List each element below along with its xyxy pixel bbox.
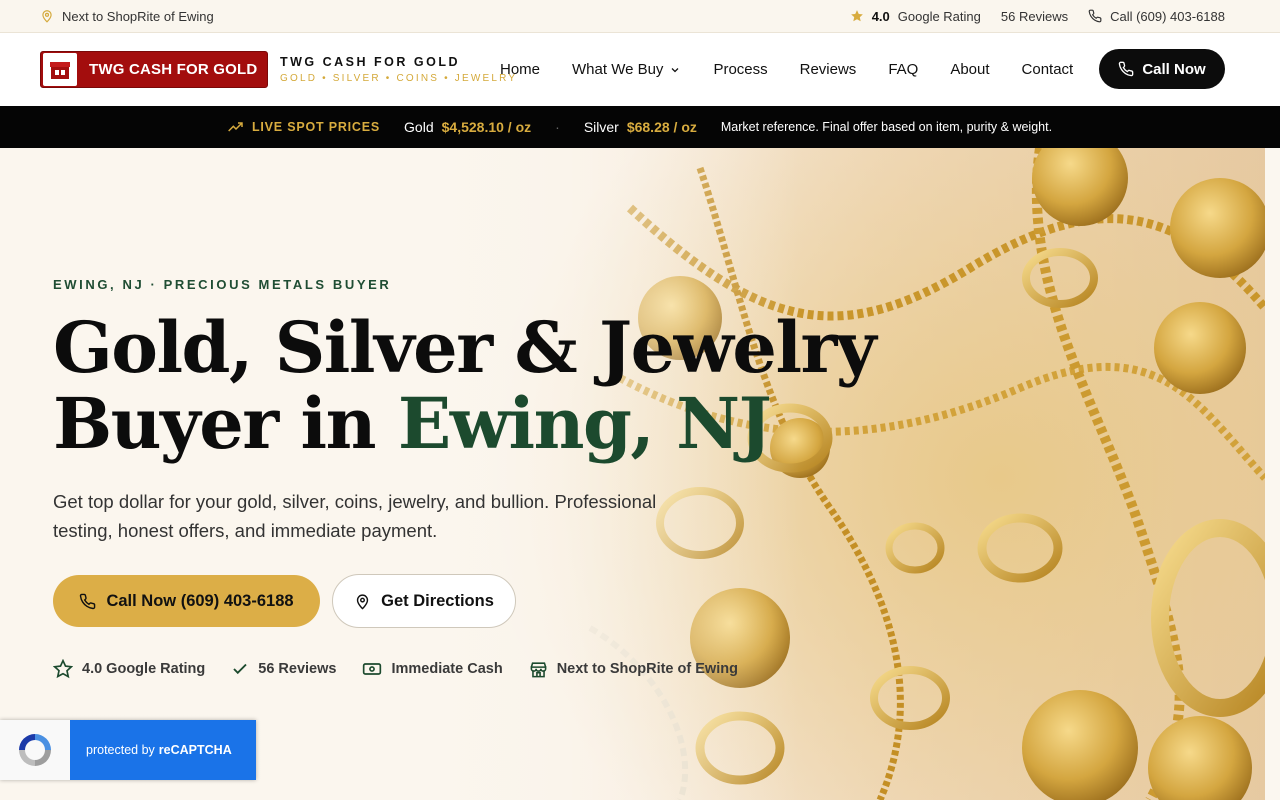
hero-call-button[interactable]: Call Now (609) 403-6188 [53,575,320,627]
spot-label-text: LIVE SPOT PRICES [251,120,381,134]
hero-call-label: Call Now (609) 403-6188 [106,591,294,610]
location-info[interactable]: Next to ShopRite of Ewing [40,9,214,24]
main-nav: Home What We Buy Process Reviews FAQ Abo… [500,33,1073,106]
chevron-down-icon [671,67,679,72]
storefront-logo-icon [43,53,77,86]
reviews-count[interactable]: 56 Reviews [1001,9,1068,24]
spot-prices-label: LIVE SPOT PRICES [228,120,380,134]
get-directions-button[interactable]: Get Directions [332,574,516,628]
badge-google-rating-text: 4.0 Google Rating [82,661,206,677]
top-utility-bar: Next to ShopRite of Ewing 4.0 Google Rat… [0,0,1280,33]
store-icon [530,661,547,677]
silver-label: Silver [583,119,619,135]
gold-price-value: $4,528.10 / oz [441,119,532,135]
logo-wordmark[interactable]: TWG CASH FOR GOLD GOLD • SILVER • COINS … [280,55,517,84]
map-pin-icon [356,593,369,610]
header-call-label: Call Now [1142,60,1206,78]
recaptcha-text: protected by reCAPTCHA [70,720,256,780]
hero-subtext: Get top dollar for your gold, silver, co… [53,491,657,541]
nav-home[interactable]: Home [500,61,540,78]
map-pin-icon [42,10,52,23]
checkmark-icon [233,663,247,675]
spot-disclaimer: Market reference. Final offer based on i… [720,120,1053,134]
nav-faq[interactable]: FAQ [888,61,918,78]
trending-up-icon [228,122,243,132]
price-separator: · [555,119,560,135]
badge-immediate-cash: Immediate Cash [362,661,503,677]
logo-subtitle: GOLD • SILVER • COINS • JEWELRY [280,73,518,84]
star-icon [850,10,863,22]
nav-contact[interactable]: Contact [1022,61,1074,78]
get-directions-label: Get Directions [381,591,494,610]
silver-price-value: $68.28 / oz [626,119,697,135]
badge-reviews-text: 56 Reviews [258,661,337,677]
logo-badge-text: TWG CASH FOR GOLD [89,61,258,78]
hero-headline: Gold, Silver & Jewelry Buyer in Ewing, N… [53,310,877,465]
gold-price: Gold $4,528.10 / oz [404,119,531,135]
hero-gradient-overlay [0,148,800,800]
recaptcha-prefix: protected by [86,743,155,757]
headline-location: Ewing, NJ [397,382,772,465]
badge-reviews: 56 Reviews [231,660,336,678]
logo-title: TWG CASH FOR GOLD [280,55,460,69]
recaptcha-badge[interactable]: protected by reCAPTCHA [0,720,256,780]
badge-location-text: Next to ShopRite of Ewing [556,661,738,677]
hero-section: EWING, NJ · PRECIOUS METALS BUYER Gold, … [0,148,1265,800]
headline-line2-prefix: Buyer in [53,382,398,465]
trust-badges: 4.0 Google Rating 56 Reviews Immediate C… [53,659,738,679]
topbar-phone[interactable]: Call (609) 403-6188 [1088,9,1225,24]
nav-what-we-buy[interactable]: What We Buy [572,61,681,78]
hero-eyebrow: EWING, NJ · PRECIOUS METALS BUYER [53,277,392,292]
rating-value: 4.0 [871,8,890,24]
logo-badge[interactable]: TWG CASH FOR GOLD [40,51,268,88]
google-rating[interactable]: 4.0 Google Rating [850,9,981,24]
nav-reviews[interactable]: Reviews [800,61,857,78]
recaptcha-brand: reCAPTCHA [158,743,232,757]
phone-icon [80,593,96,609]
nav-about[interactable]: About [950,61,989,78]
recaptcha-logo-icon [0,720,70,780]
gold-label: Gold [404,119,434,135]
site-header: TWG CASH FOR GOLD TWG CASH FOR GOLD GOLD… [0,33,1280,106]
silver-price: Silver $68.28 / oz [584,119,697,135]
star-outline-icon [53,659,73,679]
banknote-icon [363,663,382,675]
badge-google-rating: 4.0 Google Rating [53,659,205,679]
badge-location: Next to ShopRite of Ewing [529,660,738,679]
badge-immediate-cash-text: Immediate Cash [391,661,503,677]
header-call-button[interactable]: Call Now [1099,49,1225,89]
phone-icon [1119,61,1134,77]
spot-prices-bar: LIVE SPOT PRICES Gold $4,528.10 / oz · S… [0,106,1280,148]
rating-label: Google Rating [897,8,981,24]
headline-line1: Gold, Silver & Jewelry [53,306,877,389]
phone-icon [1088,9,1102,23]
location-text: Next to ShopRite of Ewing [62,8,214,24]
nav-what-we-buy-label: What We Buy [572,61,664,78]
phone-text: Call (609) 403-6188 [1110,8,1225,24]
nav-process[interactable]: Process [713,61,767,78]
